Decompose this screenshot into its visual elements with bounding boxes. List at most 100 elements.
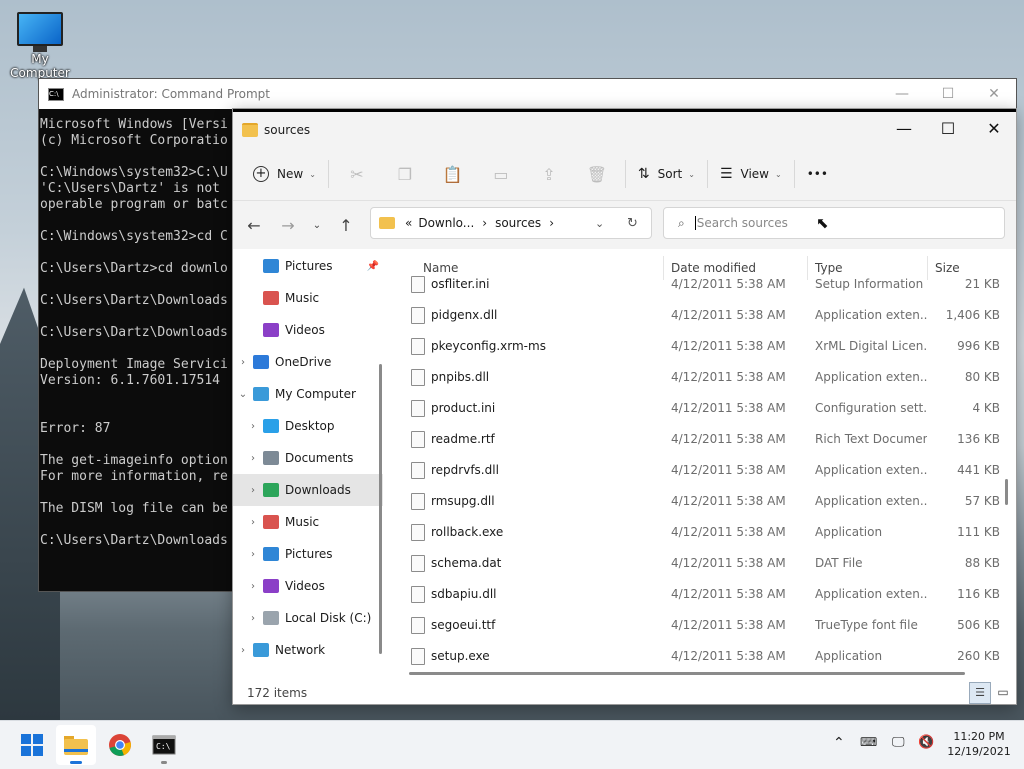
close-icon[interactable]: ✕	[971, 79, 1017, 109]
nav-scrollbar[interactable]	[379, 364, 382, 654]
horizontal-scrollbar[interactable]	[409, 672, 965, 675]
expand-chevron-icon[interactable]: ›	[233, 357, 253, 368]
breadcrumb-downloads[interactable]: Downlo...	[418, 216, 474, 230]
file-date: 4/12/2011 5:38 AM	[671, 617, 786, 632]
expand-chevron-icon[interactable]: ›	[243, 549, 263, 560]
navigation-pane[interactable]: Pictures 📌 Music Videos › OneDrive ⌄ My Compute…	[233, 250, 383, 676]
up-arrow-icon[interactable]: ↑	[329, 210, 363, 240]
nav-item-label: Desktop	[285, 419, 335, 433]
cmd-line: Microsoft Windows [Versi	[40, 117, 228, 132]
network-icon[interactable]: 🖵	[892, 735, 905, 750]
file-row[interactable]: pkeyconfig.xrm-ms 4/12/2011 5:38 AM XrML D…	[403, 330, 1008, 361]
nav-item-network[interactable]: › Network	[233, 634, 383, 666]
nav-item-videos[interactable]: Videos	[233, 314, 383, 346]
nav-item-label: Pictures	[285, 259, 333, 273]
nav-item-pictures[interactable]: › Pictures	[233, 538, 383, 570]
cmd-taskbar-button[interactable]: C:\	[144, 725, 184, 765]
nav-item-my-computer[interactable]: ⌄ My Computer	[233, 378, 383, 410]
file-type: TrueType font file	[815, 617, 918, 632]
file-icon	[411, 307, 425, 324]
refresh-icon[interactable]: ↻	[627, 216, 638, 231]
expand-chevron-icon[interactable]: ›	[243, 581, 263, 592]
address-dropdown-icon[interactable]: ⌄	[595, 217, 604, 230]
file-row[interactable]: setup.exe 4/12/2011 5:38 AM Application 260…	[403, 640, 1008, 671]
view-button[interactable]: ☰ View ⌄	[712, 158, 790, 190]
file-row[interactable]: segoeui.ttf 4/12/2011 5:38 AM TrueType fon…	[403, 609, 1008, 640]
file-row[interactable]: pidgenx.dll 4/12/2011 5:38 AM Application …	[403, 299, 1008, 330]
file-row[interactable]: osfliter.ini 4/12/2011 5:38 AM Setup Infor…	[403, 268, 1008, 299]
explorer-titlebar[interactable]: sources — ☐ ✕	[233, 109, 1016, 148]
sort-button[interactable]: ⇅ Sort ⌄	[630, 158, 703, 190]
desktop-icon-my-computer[interactable]: My Computer	[2, 10, 78, 80]
cmd-output[interactable]: Microsoft Windows [Versi (c) Microsoft Co…	[39, 109, 232, 587]
maximize-button[interactable]: ☐	[925, 112, 971, 145]
nav-item-onedrive[interactable]: › OneDrive	[233, 346, 383, 378]
file-icon	[411, 462, 425, 479]
file-row[interactable]: sdbapiu.dll 4/12/2011 5:38 AM Application …	[403, 578, 1008, 609]
nav-item-local-disk-c[interactable]: › Local Disk (C:)	[233, 602, 383, 634]
nav-item-videos[interactable]: › Videos	[233, 570, 383, 602]
nav-item-music[interactable]: Music	[233, 282, 383, 314]
chrome-taskbar-button[interactable]	[100, 725, 140, 765]
file-explorer-window[interactable]: sources — ☐ ✕ + New ⌄ ✂ ❐ 📋 ▭ ⇪ 🗑 ⇅ Sort…	[232, 108, 1017, 705]
clock[interactable]: 11:20 PM 12/19/2021	[944, 729, 1014, 759]
file-name: readme.rtf	[431, 431, 495, 446]
cut-icon[interactable]: ✂	[333, 158, 381, 190]
file-row[interactable]: schema.dat 4/12/2011 5:38 AM DAT File 88 KB	[403, 547, 1008, 578]
cmd-line: C:\Windows\system32>cd C	[40, 229, 228, 244]
cmd-line: C:\Users\Dartz\Downloads	[40, 325, 228, 340]
copy-icon[interactable]: ❐	[381, 158, 429, 190]
file-explorer-taskbar-button[interactable]	[56, 725, 96, 765]
file-row[interactable]: readme.rtf 4/12/2011 5:38 AM Rich Text Doc…	[403, 423, 1008, 454]
expand-chevron-icon[interactable]: ›	[243, 613, 263, 624]
expand-chevron-icon[interactable]: ›	[243, 485, 263, 496]
minimize-icon[interactable]: —	[879, 79, 925, 109]
volume-muted-icon[interactable]: 🔇	[918, 735, 934, 750]
show-hidden-icons-chevron-icon[interactable]: ⌃	[833, 735, 845, 751]
nav-item-music[interactable]: › Music	[233, 506, 383, 538]
file-name: osfliter.ini	[431, 276, 490, 291]
nav-item-documents[interactable]: › Documents	[233, 442, 383, 474]
delete-icon[interactable]: 🗑	[573, 158, 621, 190]
cmd-titlebar[interactable]: C:\ Administrator: Command Prompt — ☐ ✕	[39, 79, 1016, 109]
share-icon[interactable]: ⇪	[525, 158, 573, 190]
file-row[interactable]: rollback.exe 4/12/2011 5:38 AM Application…	[403, 516, 1008, 547]
keyboard-icon[interactable]: ⌨	[860, 735, 877, 749]
sort-ascending-icon: ^	[539, 256, 547, 258]
file-icon	[411, 586, 425, 603]
file-row[interactable]: repdrvfs.dll 4/12/2011 5:38 AM Application…	[403, 454, 1008, 485]
file-list[interactable]: Name ^ Date modified Type Size osfliter.…	[403, 256, 1008, 682]
see-more-button[interactable]: •••	[799, 158, 836, 190]
search-box[interactable]: ⌕ Search sources ⬉	[663, 207, 1005, 239]
forward-arrow-icon[interactable]: →	[271, 210, 305, 240]
breadcrumb-sources[interactable]: sources	[495, 216, 541, 230]
maximize-icon[interactable]: ☐	[925, 79, 971, 109]
minimize-button[interactable]: —	[881, 112, 927, 145]
breadcrumb-chevron-icon: ›	[549, 216, 554, 230]
expand-chevron-icon[interactable]: ›	[243, 517, 263, 528]
recent-chevron-icon[interactable]: ⌄	[305, 210, 329, 240]
expand-chevron-icon[interactable]: ⌄	[233, 389, 253, 400]
expand-chevron-icon[interactable]: ›	[233, 645, 253, 656]
terminal-icon: C:\	[152, 735, 176, 755]
address-bar[interactable]: « Downlo... › sources › ⌄ ↻	[370, 207, 652, 239]
details-view-icon[interactable]: ☰	[969, 682, 991, 704]
nav-item-pictures[interactable]: Pictures 📌	[233, 250, 383, 282]
nav-item-desktop[interactable]: › Desktop	[233, 410, 383, 442]
expand-chevron-icon[interactable]: ›	[243, 421, 263, 432]
file-list-scrollbar[interactable]	[1005, 479, 1008, 505]
rename-icon[interactable]: ▭	[477, 158, 525, 190]
tiles-view-icon[interactable]: ▭	[993, 682, 1013, 702]
back-arrow-icon[interactable]: ←	[237, 210, 271, 240]
file-row[interactable]: product.ini 4/12/2011 5:38 AM Configuratio…	[403, 392, 1008, 423]
paste-icon[interactable]: 📋	[429, 158, 477, 190]
file-row[interactable]: rmsupg.dll 4/12/2011 5:38 AM Application e…	[403, 485, 1008, 516]
start-button[interactable]	[12, 725, 52, 765]
search-input[interactable]: Search sources	[694, 216, 788, 230]
file-row[interactable]: pnpibs.dll 4/12/2011 5:38 AM Application e…	[403, 361, 1008, 392]
expand-chevron-icon[interactable]: ›	[243, 453, 263, 464]
close-button[interactable]: ✕	[971, 112, 1017, 145]
new-button[interactable]: + New ⌄	[245, 158, 324, 190]
file-date: 4/12/2011 5:38 AM	[671, 400, 786, 415]
nav-item-downloads[interactable]: › Downloads	[233, 474, 383, 506]
